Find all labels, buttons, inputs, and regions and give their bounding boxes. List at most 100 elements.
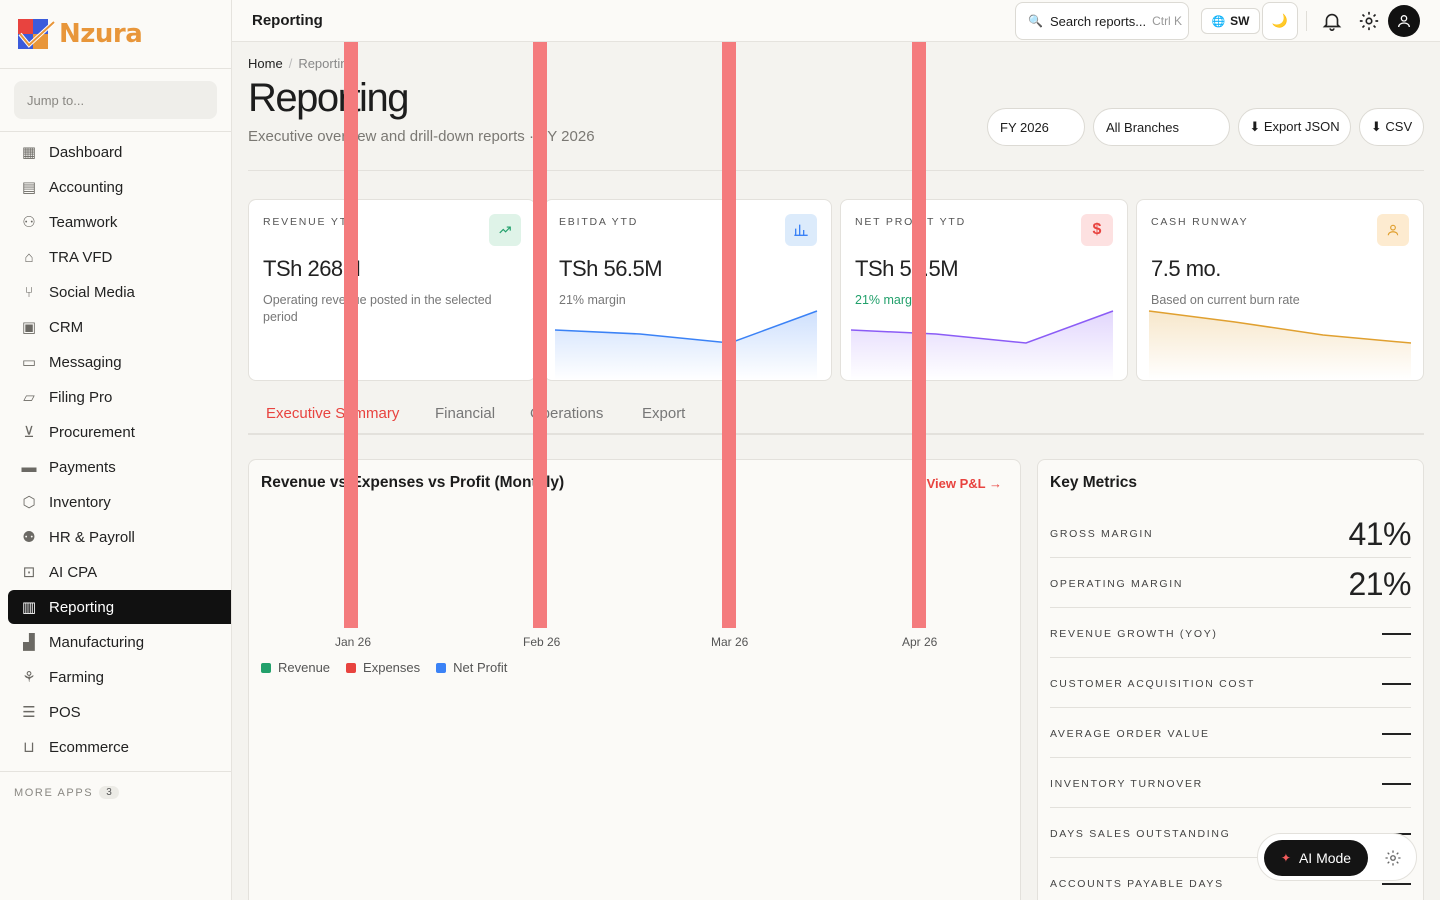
sidebar-item-label: Farming: [49, 668, 105, 686]
sidebar-item-label: Filing Pro: [49, 388, 113, 406]
kpi-label: NET PROFIT YTD: [855, 216, 966, 228]
expense-bar[interactable]: [533, 42, 547, 628]
kpi-card-cash-runway[interactable]: CASH RUNWAY 7.5 mo. Based on current bur…: [1136, 199, 1424, 381]
metric-row: GROSS MARGIN 41%: [1050, 508, 1411, 558]
metric-value: 41%: [1348, 516, 1411, 552]
search-button[interactable]: 🔍 Search reports... Ctrl K: [1015, 2, 1189, 40]
kpi-label: CASH RUNWAY: [1151, 216, 1249, 228]
bag-icon: ⊔: [23, 739, 35, 756]
sidebar-item-accounting[interactable]: ▤ Accounting: [8, 170, 231, 204]
tab-executive-summary[interactable]: Executive Summary: [266, 405, 399, 422]
kpi-card-revenue[interactable]: REVENUE YTD TSh 268M Operating revenue p…: [248, 199, 536, 381]
share-icon: ⑂: [24, 283, 34, 301]
chat-icon: ▭: [21, 354, 37, 371]
more-apps[interactable]: MORE APPS 3: [0, 771, 231, 813]
user-avatar[interactable]: [1388, 5, 1420, 37]
notifications-button[interactable]: [1321, 10, 1343, 37]
legend-item[interactable]: Revenue: [261, 660, 330, 675]
expense-bar[interactable]: [912, 42, 926, 628]
metric-value-empty: [1382, 683, 1411, 685]
key-metrics-title: Key Metrics: [1050, 474, 1138, 491]
sidebar-item-farming[interactable]: ⚘ Farming: [8, 660, 231, 694]
user-icon: [1398, 15, 1410, 28]
plant-icon: ⚘: [22, 669, 36, 686]
sidebar-item-dashboard[interactable]: ▦ Dashboard: [8, 135, 231, 169]
legend-item[interactable]: Net Profit: [436, 660, 507, 675]
metric-value-empty: [1382, 783, 1411, 785]
page-title: Reporting: [248, 76, 409, 120]
metric-row: OPERATING MARGIN 21%: [1050, 558, 1411, 608]
metric-value-empty: [1382, 733, 1411, 735]
search-shortcut: Ctrl K: [1152, 14, 1183, 28]
kpi-value: TSh 56.5M: [559, 256, 663, 281]
sidebar-item-ai-cpa[interactable]: ⊡ AI CPA: [8, 555, 231, 589]
sidebar-item-teamwork[interactable]: ⚇ Teamwork: [8, 205, 231, 239]
sidebar-item-reporting[interactable]: ▥ Reporting: [8, 590, 231, 624]
sidebar-item-social-media[interactable]: ⑂ Social Media: [8, 275, 231, 309]
sidebar-item-manufacturing[interactable]: ▟ Manufacturing: [8, 625, 231, 659]
kpi-card-ebitda[interactable]: EBITDA YTD TSh 56.5M 21% margin: [544, 199, 832, 381]
expense-bar[interactable]: [344, 42, 358, 628]
kpi-sparkline: [850, 310, 1114, 380]
kpi-note: Based on current burn rate: [1151, 293, 1300, 307]
metric-label: INVENTORY TURNOVER: [1050, 778, 1203, 790]
kpi-value: 7.5 mo.: [1151, 256, 1221, 281]
sidebar-item-inventory[interactable]: ⬡ Inventory: [8, 485, 231, 519]
x-tick-label: Apr 26: [902, 635, 938, 649]
robot-icon: ⊡: [22, 564, 36, 581]
view-pl-link[interactable]: View P&L →: [927, 476, 1002, 491]
jump-to-input[interactable]: Jump to...: [14, 81, 217, 119]
legend-swatch: [346, 662, 357, 673]
sidebar-item-filing-pro[interactable]: ▱ Filing Pro: [8, 380, 231, 414]
sidebar-item-label: Manufacturing: [49, 633, 145, 651]
ai-settings-button[interactable]: [1384, 849, 1402, 872]
kpi-note: 21% margin: [559, 293, 626, 307]
topbar: Reporting 🔍 Search reports... Ctrl K 🌐 S…: [232, 0, 1440, 42]
sidebar-item-procurement[interactable]: ⊻ Procurement: [8, 415, 231, 449]
sidebar-item-label: TRA VFD: [49, 248, 113, 266]
sidebar-item-hr-payroll[interactable]: ⚉ HR & Payroll: [8, 520, 231, 554]
sidebar-item-messaging[interactable]: ▭ Messaging: [8, 345, 231, 379]
sidebar-item-crm[interactable]: ▣ CRM: [8, 310, 231, 344]
sidebar-item-label: HR & Payroll: [49, 528, 135, 546]
breadcrumb-home[interactable]: Home: [248, 56, 283, 71]
folder-icon: ▱: [23, 389, 35, 406]
tab-export[interactable]: Export: [642, 405, 685, 422]
gear-icon: [1385, 850, 1401, 866]
tab-financial[interactable]: Financial: [435, 405, 495, 422]
sidebar-item-ecommerce[interactable]: ⊔ Ecommerce: [8, 730, 231, 764]
users-icon: ⚉: [22, 529, 36, 546]
ai-mode-button[interactable]: ✦ AI Mode: [1264, 840, 1368, 876]
legend-swatch: [436, 662, 447, 673]
grid-icon: ▦: [21, 144, 37, 161]
sidebar-item-payments[interactable]: ▬ Payments: [8, 450, 231, 484]
metric-label: REVENUE GROWTH (YOY): [1050, 628, 1218, 640]
logo[interactable]: Nzura: [0, 0, 231, 69]
metric-row: CUSTOMER ACQUISITION COST: [1050, 658, 1411, 708]
kpi-card-net-profit[interactable]: NET PROFIT YTD $ TSh 56.5M 21% margin: [840, 199, 1128, 381]
sidebar-item-label: CRM: [49, 318, 84, 336]
legend-swatch: [261, 662, 271, 673]
expense-bar[interactable]: [722, 42, 736, 628]
card-icon: ▬: [21, 458, 37, 476]
ai-mode-bar: ✦ AI Mode: [1257, 833, 1417, 881]
legend-label: Net Profit: [453, 660, 508, 675]
sidebar-item-tra-vfd[interactable]: ⌂ TRA VFD: [8, 240, 231, 274]
sidebar-item-label: Social Media: [49, 283, 135, 301]
sidebar-item-label: Accounting: [49, 178, 124, 196]
metric-label: OPERATING MARGIN: [1050, 578, 1184, 590]
legend-item[interactable]: Expenses: [346, 660, 420, 675]
fiscal-year-select[interactable]: FY 2026: [987, 108, 1085, 146]
sidebar-item-pos[interactable]: ☰ POS: [8, 695, 231, 729]
settings-button[interactable]: [1358, 10, 1380, 37]
export-csv-button[interactable]: ⬇ CSV: [1359, 108, 1424, 146]
theme-toggle[interactable]: 🌙: [1262, 2, 1298, 40]
export-json-button[interactable]: ⬇ Export JSON: [1238, 108, 1351, 146]
ai-mode-label: AI Mode: [1298, 850, 1352, 866]
language-switch[interactable]: 🌐 SW: [1201, 8, 1260, 34]
chart-panel: Revenue vs Expenses vs Profit (Monthly) …: [248, 459, 1021, 900]
kpi-label: EBITDA YTD: [559, 216, 639, 228]
metric-row: REVENUE GROWTH (YOY): [1050, 608, 1411, 658]
branch-select[interactable]: All Branches: [1093, 108, 1230, 146]
divider: [248, 170, 1424, 171]
